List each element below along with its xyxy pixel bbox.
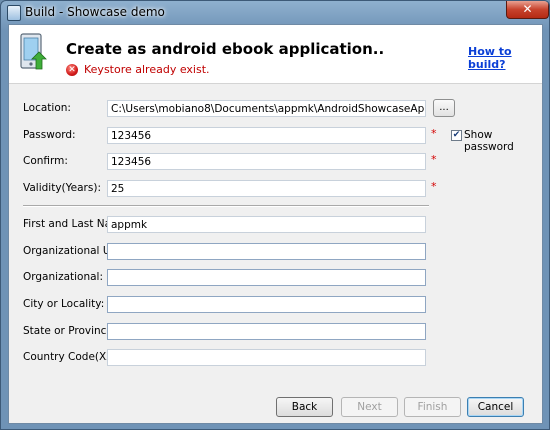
phone-export-icon: [20, 33, 47, 70]
window-title: Build - Showcase demo: [25, 5, 165, 19]
finish-button[interactable]: Finish: [404, 397, 461, 417]
password-field[interactable]: 123456: [107, 127, 426, 144]
finish-button-label: Finish: [417, 401, 448, 413]
password-label: Password:: [23, 129, 76, 141]
show-password-checkbox[interactable]: ✔: [451, 130, 462, 141]
location-field[interactable]: C:\Users\mobiano8\Documents\appmk\Androi…: [107, 100, 426, 117]
password-required-mark: *: [431, 127, 437, 140]
show-password-label[interactable]: Show password: [464, 129, 542, 153]
close-button[interactable]: ✕: [506, 1, 549, 19]
title-bar[interactable]: Build - Showcase demo ✕: [1, 1, 549, 23]
confirm-required-mark: *: [431, 153, 437, 166]
error-text: Keystore already exist.: [84, 63, 210, 76]
validity-required-mark: *: [431, 180, 437, 193]
organization-field[interactable]: [107, 269, 426, 286]
confirm-field[interactable]: 123456: [107, 153, 426, 170]
back-button[interactable]: Back: [276, 397, 333, 417]
section-divider: [23, 205, 429, 207]
organization-label: Organizational:: [23, 271, 104, 283]
cancel-button-label: Cancel: [477, 401, 514, 413]
validity-field[interactable]: 25: [107, 180, 426, 197]
page-title: Create as android ebook application..: [66, 40, 385, 58]
next-button-label: Next: [357, 401, 382, 413]
app-window-icon: [7, 5, 21, 21]
error-message: ✕ Keystore already exist.: [66, 63, 210, 76]
state-label: State or Province:: [23, 325, 117, 337]
state-field[interactable]: [107, 323, 426, 340]
dialog-client-area: Create as android ebook application.. ✕ …: [8, 24, 543, 424]
city-field[interactable]: [107, 296, 426, 313]
back-button-label: Back: [291, 401, 318, 413]
org-unit-field[interactable]: [107, 243, 426, 260]
confirm-label: Confirm:: [23, 155, 68, 167]
next-button[interactable]: Next: [341, 397, 398, 417]
location-label: Location:: [23, 102, 71, 114]
name-field[interactable]: appmk: [107, 216, 426, 233]
country-code-field[interactable]: [107, 349, 426, 366]
error-icon: ✕: [66, 63, 78, 76]
wizard-header: Create as android ebook application.. ✕ …: [9, 25, 542, 84]
validity-label: Validity(Years):: [23, 182, 101, 194]
browse-button[interactable]: ...: [433, 99, 455, 117]
city-label: City or Locality:: [23, 298, 105, 310]
how-to-build-link[interactable]: How to build?: [468, 45, 542, 71]
cancel-button[interactable]: Cancel: [467, 397, 524, 417]
dialog-window: Build - Showcase demo ✕ Create as androi…: [0, 0, 550, 430]
